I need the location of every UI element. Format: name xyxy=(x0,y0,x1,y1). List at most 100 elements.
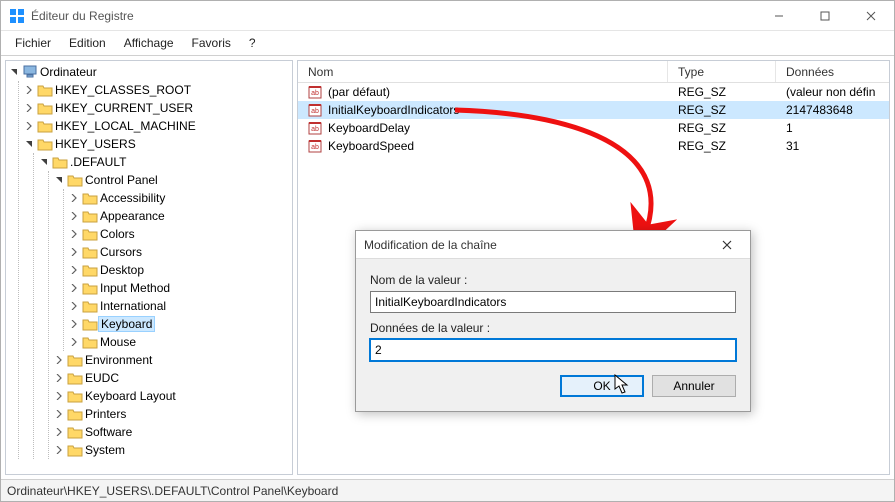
tree-expand-icon[interactable] xyxy=(68,246,80,258)
tree-item[interactable]: Cursors xyxy=(68,243,292,261)
folder-icon xyxy=(67,389,83,403)
list-row[interactable]: ab KeyboardDelay REG_SZ 1 xyxy=(298,119,889,137)
tree-expand-icon[interactable] xyxy=(23,84,35,96)
folder-icon xyxy=(82,245,98,259)
cancel-button[interactable]: Annuler xyxy=(652,375,736,397)
tree-item[interactable]: EUDC xyxy=(53,369,292,387)
list-row[interactable]: ab KeyboardSpeed REG_SZ 31 xyxy=(298,137,889,155)
tree-item-label: HKEY_USERS xyxy=(55,137,136,151)
tree-item[interactable]: Software xyxy=(53,423,292,441)
tree-expand-icon[interactable] xyxy=(53,390,65,402)
minimize-button[interactable] xyxy=(756,1,802,30)
tree-item[interactable]: .DEFAULT xyxy=(38,153,292,171)
tree-item[interactable]: Keyboard xyxy=(68,315,292,333)
tree-item-label: EUDC xyxy=(85,371,119,385)
ok-button[interactable]: OK xyxy=(560,375,644,397)
folder-icon xyxy=(82,209,98,223)
menubar: FichierEditionAffichageFavoris? xyxy=(1,31,894,55)
tree-item[interactable]: Control Panel xyxy=(53,171,292,189)
tree-expand-icon[interactable] xyxy=(68,300,80,312)
tree-item[interactable]: Appearance xyxy=(68,207,292,225)
tree-item[interactable]: HKEY_USERS xyxy=(23,135,292,153)
tree-pane[interactable]: Ordinateur HKEY_CLASSES_ROOT HKEY_CURREN… xyxy=(5,60,293,475)
tree-item-label: Keyboard xyxy=(98,316,155,332)
string-value-icon: ab xyxy=(308,103,322,117)
value-data-input[interactable] xyxy=(370,339,736,361)
tree-expand-icon[interactable] xyxy=(68,336,80,348)
value-type: REG_SZ xyxy=(668,139,776,153)
tree-item-label: Desktop xyxy=(100,263,144,277)
tree-expand-icon[interactable] xyxy=(23,120,35,132)
folder-icon xyxy=(82,335,98,349)
menu-item[interactable]: ? xyxy=(241,33,264,53)
tree-expand-icon[interactable] xyxy=(53,372,65,384)
window-title: Éditeur du Registre xyxy=(31,9,756,23)
tree-item[interactable]: System xyxy=(53,441,292,459)
tree-item[interactable]: Desktop xyxy=(68,261,292,279)
folder-icon xyxy=(82,281,98,295)
tree-item[interactable]: Accessibility xyxy=(68,189,292,207)
tree-expand-icon[interactable] xyxy=(68,228,80,240)
value-data: 2147483648 xyxy=(776,103,889,117)
svg-text:ab: ab xyxy=(311,108,319,115)
list-row[interactable]: ab InitialKeyboardIndicators REG_SZ 2147… xyxy=(298,101,889,119)
tree-expand-icon[interactable] xyxy=(23,102,35,114)
folder-icon xyxy=(82,263,98,277)
tree-expand-icon[interactable] xyxy=(68,192,80,204)
maximize-button[interactable] xyxy=(802,1,848,30)
menu-item[interactable]: Fichier xyxy=(7,33,59,53)
dialog-titlebar: Modification de la chaîne xyxy=(356,231,750,259)
value-type: REG_SZ xyxy=(668,103,776,117)
tree-item[interactable]: Mouse xyxy=(68,333,292,351)
tree-item[interactable]: HKEY_CLASSES_ROOT xyxy=(23,81,292,99)
tree-item-label: Input Method xyxy=(100,281,170,295)
tree-item[interactable]: Printers xyxy=(53,405,292,423)
value-name: (par défaut) xyxy=(328,85,390,99)
folder-icon xyxy=(37,101,53,115)
tree-expand-icon[interactable] xyxy=(53,426,65,438)
tree-item-label: .DEFAULT xyxy=(70,155,126,169)
tree-item-label: Printers xyxy=(85,407,126,421)
tree-expand-icon[interactable] xyxy=(53,174,65,186)
tree-expand-icon[interactable] xyxy=(68,210,80,222)
tree-expand-icon[interactable] xyxy=(8,66,20,78)
svg-text:ab: ab xyxy=(311,90,319,97)
col-header-type[interactable]: Type xyxy=(668,61,776,82)
tree-item[interactable]: Ordinateur xyxy=(8,63,292,81)
menu-item[interactable]: Favoris xyxy=(184,33,239,53)
close-button[interactable] xyxy=(848,1,894,30)
tree-item[interactable]: International xyxy=(68,297,292,315)
svg-text:ab: ab xyxy=(311,126,319,133)
value-name-input[interactable] xyxy=(370,291,736,313)
folder-icon xyxy=(37,119,53,133)
col-header-name[interactable]: Nom xyxy=(298,61,668,82)
tree-expand-icon[interactable] xyxy=(38,156,50,168)
tree-item[interactable]: Keyboard Layout xyxy=(53,387,292,405)
tree-item[interactable]: Colors xyxy=(68,225,292,243)
folder-icon xyxy=(67,173,83,187)
folder-icon xyxy=(52,155,68,169)
svg-text:ab: ab xyxy=(311,144,319,151)
tree-item[interactable]: HKEY_CURRENT_USER xyxy=(23,99,292,117)
tree-expand-icon[interactable] xyxy=(53,354,65,366)
tree-item[interactable]: Environment xyxy=(53,351,292,369)
tree-item-label: Accessibility xyxy=(100,191,165,205)
list-row[interactable]: ab (par défaut) REG_SZ (valeur non défin xyxy=(298,83,889,101)
status-path: Ordinateur\HKEY_USERS\.DEFAULT\Control P… xyxy=(7,484,338,498)
tree-expand-icon[interactable] xyxy=(53,444,65,456)
menu-item[interactable]: Affichage xyxy=(116,33,182,53)
edit-string-dialog: Modification de la chaîne Nom de la vale… xyxy=(355,230,751,412)
value-name: InitialKeyboardIndicators xyxy=(328,103,459,117)
tree-expand-icon[interactable] xyxy=(23,138,35,150)
tree-expand-icon[interactable] xyxy=(68,282,80,294)
col-header-data[interactable]: Données xyxy=(776,61,889,82)
string-value-icon: ab xyxy=(308,121,322,135)
tree-item[interactable]: Input Method xyxy=(68,279,292,297)
folder-icon xyxy=(82,317,98,331)
tree-expand-icon[interactable] xyxy=(53,408,65,420)
tree-item[interactable]: HKEY_LOCAL_MACHINE xyxy=(23,117,292,135)
dialog-close-button[interactable] xyxy=(712,235,742,255)
tree-expand-icon[interactable] xyxy=(68,264,80,276)
menu-item[interactable]: Edition xyxy=(61,33,114,53)
tree-expand-icon[interactable] xyxy=(68,318,80,330)
